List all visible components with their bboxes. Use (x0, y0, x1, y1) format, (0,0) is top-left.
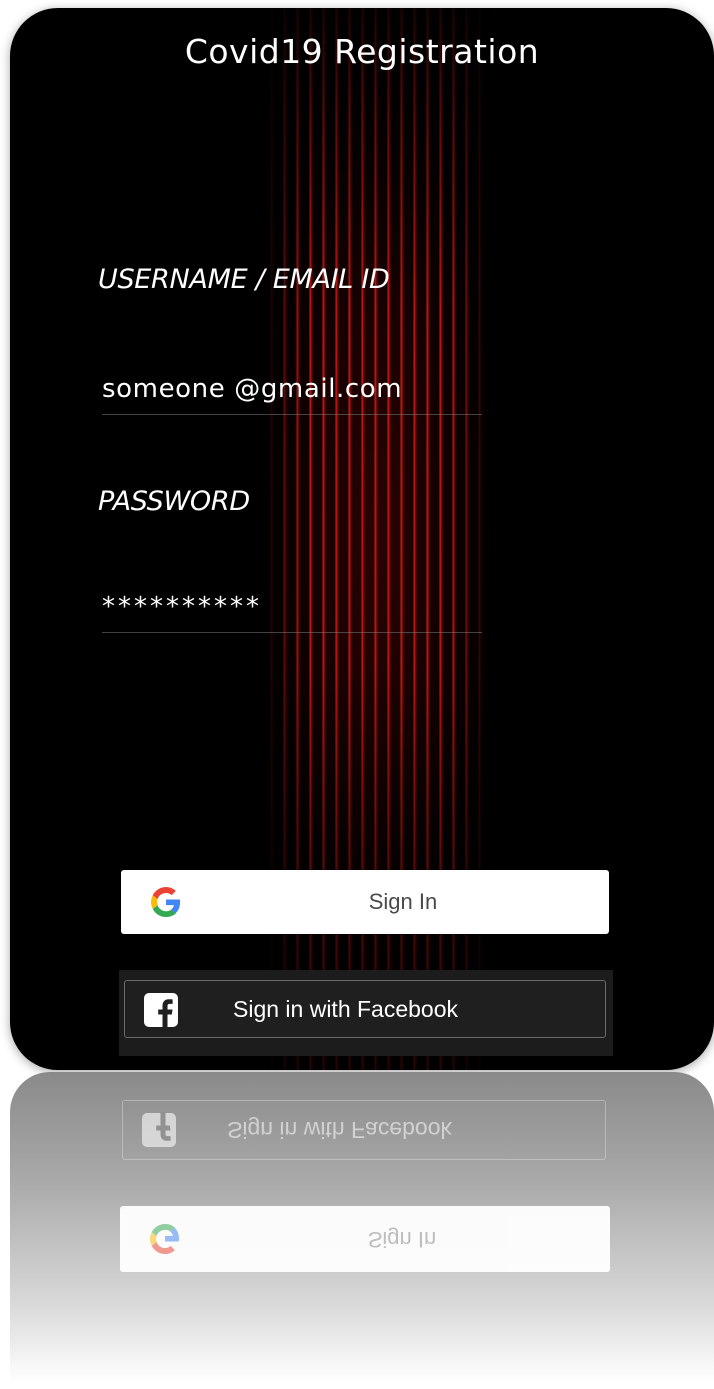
google-button-reflection: Sign In (120, 1206, 610, 1272)
username-field[interactable]: someone @gmail.com (102, 374, 482, 415)
facebook-button-container: Sign in with Facebook (119, 970, 613, 1056)
facebook-sign-in-button[interactable]: Sign in with Facebook (124, 980, 606, 1038)
facebook-f-icon (142, 1112, 176, 1147)
google-sign-in-label: Sign In (368, 889, 438, 914)
facebook-button-reflection: Sign in with Facebook (122, 1100, 606, 1160)
card-reflection: Sign in with Facebook Sign In (10, 1072, 714, 1382)
facebook-reflection-label: Sign in with Facebook (227, 1117, 453, 1143)
google-reflection-label: Sign In (367, 1227, 437, 1252)
username-label: USERNAME / EMAIL ID (98, 264, 390, 295)
password-field[interactable]: ********** (102, 592, 482, 633)
password-label: PASSWORD (98, 486, 250, 517)
login-card: Covid19 Registration USERNAME / EMAIL ID… (10, 8, 714, 1070)
screen: Covid19 Registration USERNAME / EMAIL ID… (0, 0, 714, 1389)
page-title: Covid19 Registration (184, 32, 540, 71)
facebook-f-icon (144, 993, 178, 1028)
facebook-sign-in-label: Sign in with Facebook (233, 996, 459, 1022)
google-sign-in-button[interactable]: Sign In (121, 870, 609, 934)
